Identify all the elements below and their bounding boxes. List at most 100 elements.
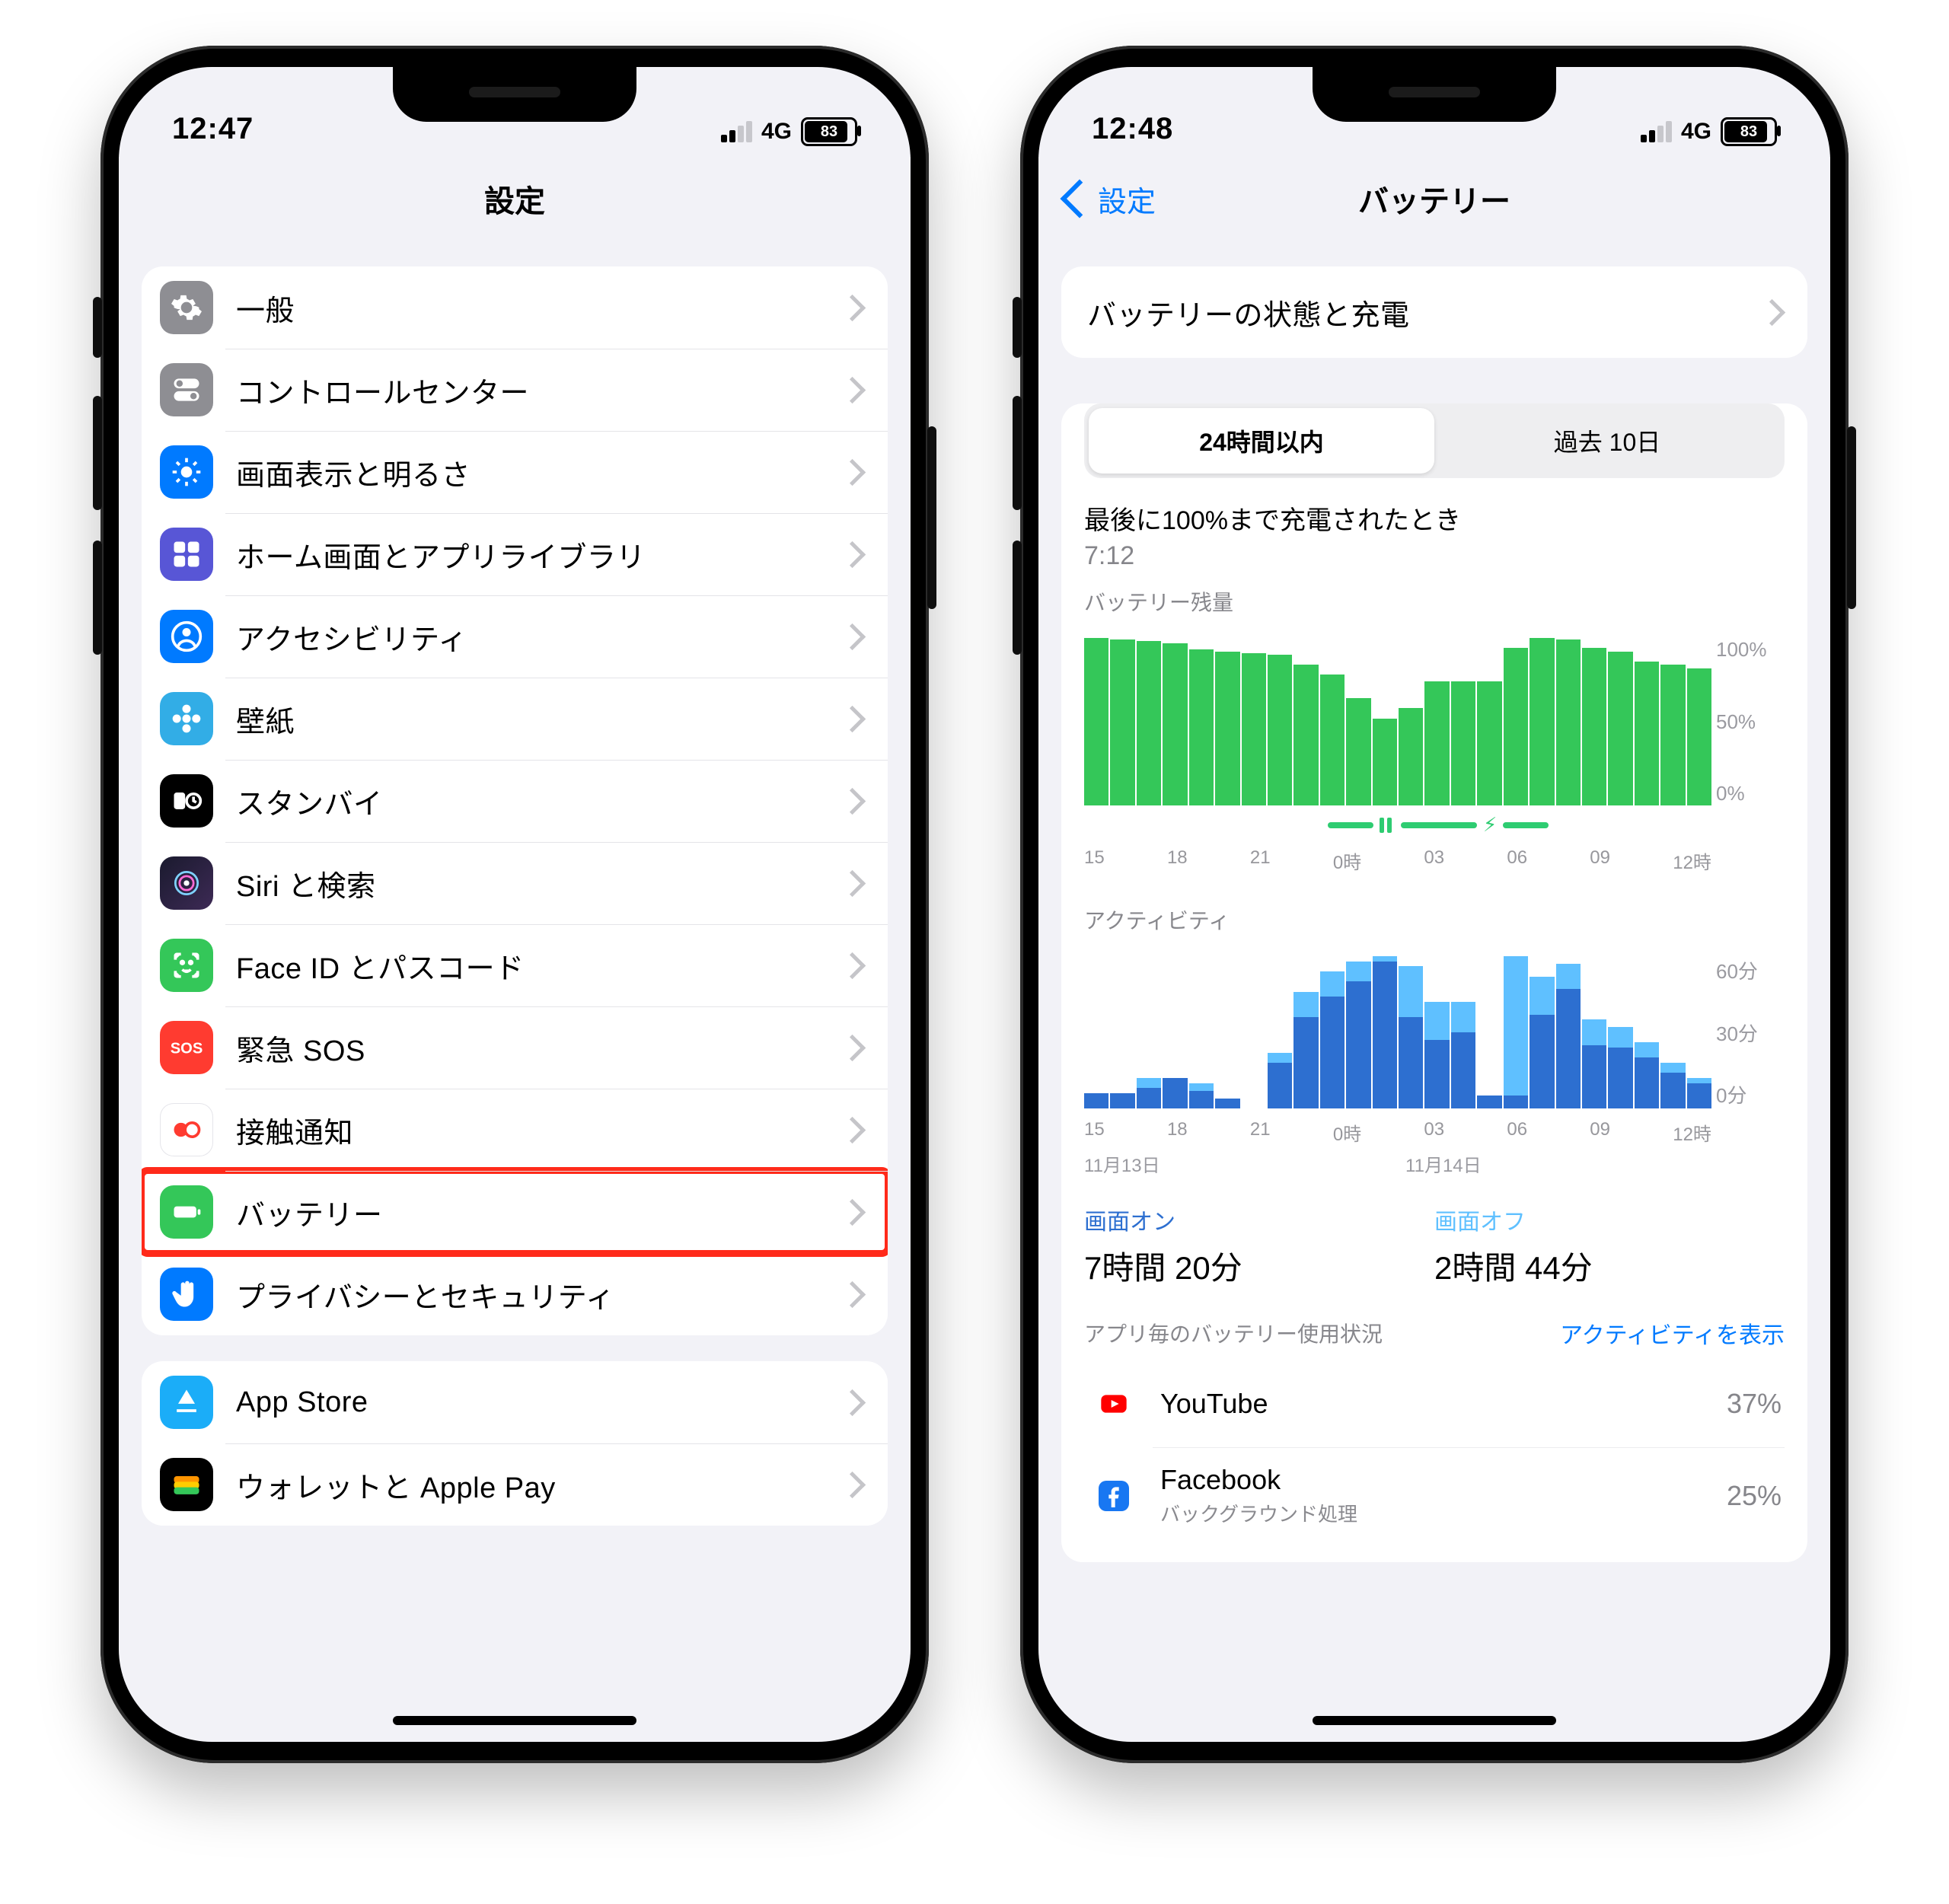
back-button[interactable]: 設定 [1066,178,1156,220]
chevron-right-icon [839,705,866,732]
settings-row-faceid[interactable]: Face ID とパスコード [142,924,888,1006]
chevron-right-icon [839,1471,866,1497]
settings-row-display[interactable]: 画面表示と明るさ [142,431,888,513]
app-row-facebook[interactable]: Facebook バックグラウンド処理25% [1084,1447,1785,1544]
row-label: Siri と検索 [236,863,843,904]
settings-row-wallpaper[interactable]: 壁紙 [142,678,888,760]
battery-usage-card: 24時間以内 過去 10日 最後に100%まで充電されたとき 7:12 バッテリ… [1061,403,1807,1562]
usage-show-activity[interactable]: アクティビティを表示 [1560,1316,1785,1350]
screen-time-summary: 画面オン 7時間 20分 画面オフ 2時間 44分 [1084,1203,1785,1289]
network-label: 4G [761,119,792,145]
chevron-right-icon [839,869,866,896]
date-labels: 11月13日 11月14日 [1084,1150,1785,1177]
phone-settings: 12:47 4G 83 設定 一般コントロールセンター画面表示と明るさホーム画面… [100,46,929,1763]
cell-signal-icon [1641,121,1672,142]
nav-bar: 設定 バッテリー [1038,157,1830,241]
clock-icon [160,774,213,828]
chevron-right-icon [839,623,866,649]
app-percent: 25% [1727,1480,1782,1512]
battery-icon: 83 [1721,117,1777,146]
time-range-segmented: 24時間以内 過去 10日 [1084,403,1785,478]
chevron-right-icon [839,458,866,485]
home-indicator[interactable] [1313,1716,1556,1725]
notch [393,67,636,122]
settings-row-privacy[interactable]: プライバシーとセキュリティ [142,1253,888,1335]
screen-off-value: 2時間 44分 [1434,1242,1785,1289]
home-indicator[interactable] [393,1716,636,1725]
settings-row-home-screen[interactable]: ホーム画面とアプリライブラリ [142,513,888,595]
chevron-right-icon [839,541,866,567]
chevron-right-icon [839,376,866,403]
settings-row-siri-search[interactable]: Siri と検索 [142,842,888,924]
row-label: スタンバイ [236,780,843,822]
row-label: コントロールセンター [236,369,843,411]
grid-icon [160,528,213,581]
chevron-right-icon [839,1034,866,1060]
row-label: バッテリー [236,1191,843,1233]
row-label: 接触通知 [236,1109,843,1151]
chevron-right-icon [839,1198,866,1225]
youtube-icon [1087,1377,1140,1430]
gear-icon [160,281,213,334]
settings-row-standby[interactable]: スタンバイ [142,760,888,842]
chevron-left-icon [1061,180,1099,218]
flower-icon [160,692,213,745]
screen-on-label: 画面オン [1084,1203,1434,1236]
segment-10d[interactable]: 過去 10日 [1434,408,1780,474]
settings-row-wallet[interactable]: ウォレットと Apple Pay [142,1443,888,1526]
exposure-icon [160,1103,213,1156]
app-subtitle: バックグラウンド処理 [1160,1499,1727,1527]
phone-battery: 12:48 4G 83 設定 バッテリー バッテリーの状態と充電 [1020,46,1849,1763]
toggles-icon [160,363,213,416]
settings-row-battery[interactable]: バッテリー [142,1171,888,1253]
settings-row-accessibility[interactable]: アクセシビリティ [142,595,888,678]
notch [1313,67,1556,122]
row-label: プライバシーとセキュリティ [236,1274,843,1316]
segment-24h[interactable]: 24時間以内 [1089,408,1434,474]
battery-health-row[interactable]: バッテリーの状態と充電 [1084,266,1785,358]
sun-icon [160,445,213,499]
chevron-right-icon [839,1280,866,1307]
row-label: アクセシビリティ [236,616,843,658]
row-label: 一般 [236,287,843,329]
status-time: 12:48 [1092,112,1173,146]
x-axis: 1518210時03060912時 [1084,1119,1785,1146]
sos-icon: SOS [160,1021,213,1074]
chevron-right-icon [839,1389,866,1415]
cell-signal-icon [721,121,752,142]
chevron-right-icon [1759,298,1785,325]
row-label: 緊急 SOS [236,1027,843,1069]
screen-off-label: 画面オフ [1434,1203,1785,1236]
back-label: 設定 [1098,178,1156,220]
last-charge-time: 7:12 [1084,541,1785,571]
usage-header: アプリ毎のバッテリー使用状況 アクティビティを表示 [1084,1316,1785,1350]
battery-icon: 83 [801,117,857,146]
facebook-icon [1087,1469,1140,1523]
nav-title: バッテリー [1358,177,1510,221]
settings-row-sos[interactable]: SOS 緊急 SOS [142,1006,888,1089]
row-label: ウォレットと Apple Pay [236,1464,843,1506]
settings-row-general[interactable]: 一般 [142,266,888,349]
appstore-icon [160,1376,213,1429]
settings-row-control-center[interactable]: コントロールセンター [142,349,888,431]
row-label: 画面表示と明るさ [236,451,843,493]
row-label: ホーム画面とアプリライブラリ [236,534,843,576]
chevron-right-icon [839,294,866,321]
usage-header-label: アプリ毎のバッテリー使用状況 [1084,1318,1383,1348]
app-percent: 37% [1727,1388,1782,1420]
row-label: App Store [236,1386,843,1419]
wallet-icon [160,1458,213,1511]
nav-title: 設定 [484,177,545,221]
settings-row-appstore[interactable]: App Store [142,1361,888,1443]
status-time: 12:47 [172,112,254,146]
siri-icon [160,856,213,910]
app-row-youtube[interactable]: YouTube37% [1084,1360,1785,1447]
faceid-icon [160,939,213,992]
settings-row-exposure[interactable]: 接触通知 [142,1089,888,1171]
battery-chart-title: バッテリー残量 [1084,586,1785,617]
network-label: 4G [1681,119,1711,145]
battery-health-card: バッテリーの状態と充電 [1061,266,1807,358]
person-icon [160,610,213,663]
app-name: YouTube [1160,1388,1727,1420]
app-name: Facebook [1160,1464,1727,1496]
